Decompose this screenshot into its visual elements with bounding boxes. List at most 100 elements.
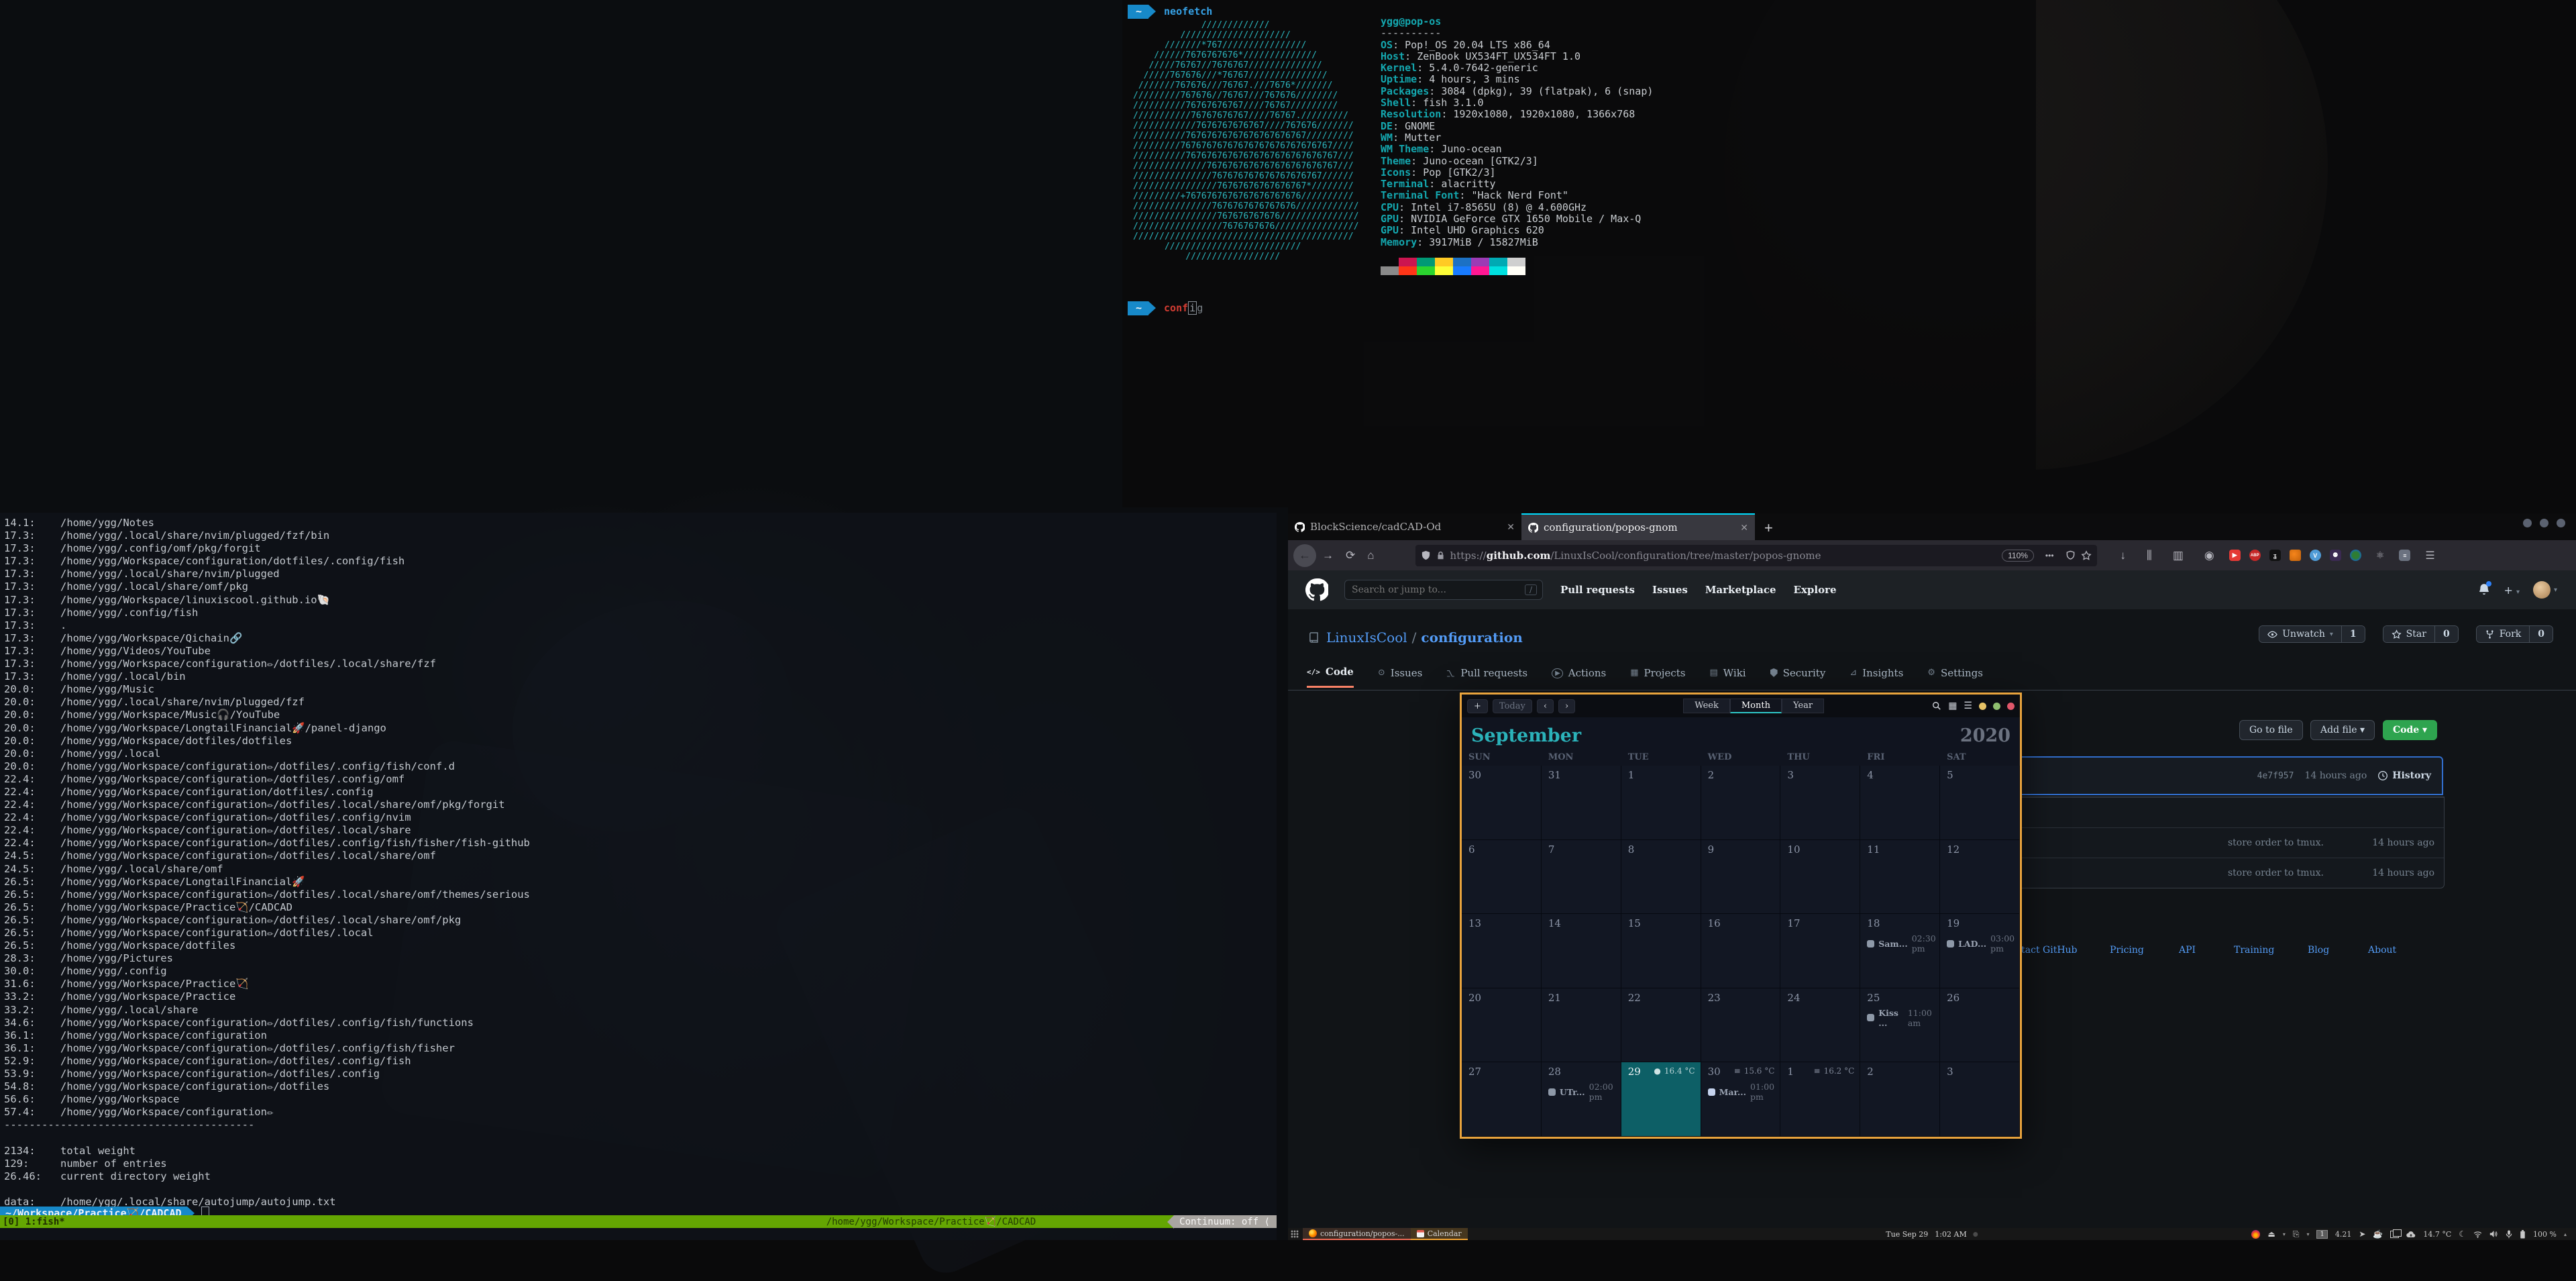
url-bar[interactable]: https://github.com/LinuxIsCool/configura… bbox=[1415, 545, 2097, 566]
windows-overlap-icon[interactable] bbox=[2390, 1231, 2399, 1238]
protections-shield-icon[interactable] bbox=[2065, 550, 2076, 560]
calendar-day-cell[interactable]: 31 bbox=[1542, 766, 1621, 840]
view-tab[interactable]: Year bbox=[1782, 699, 1824, 713]
fish-prompt[interactable]: ~ config bbox=[1128, 301, 1203, 315]
ext-video-icon[interactable]: ▶ bbox=[2229, 550, 2241, 561]
fork-button[interactable]: Fork 0 bbox=[2476, 625, 2553, 643]
calendar-day-cell[interactable]: 10 bbox=[1780, 840, 1860, 915]
calendar-day-cell[interactable]: 30 bbox=[1462, 766, 1542, 840]
repo-tab[interactable]: Security bbox=[1770, 666, 1826, 688]
ext-vimium-icon[interactable]: V bbox=[2310, 550, 2321, 561]
tab-close-icon[interactable]: ✕ bbox=[1740, 522, 1748, 533]
send-icon[interactable]: ➤ bbox=[2359, 1230, 2365, 1238]
cloud-upload-icon[interactable] bbox=[2406, 1231, 2416, 1238]
commit-message[interactable]: store order to tmux. bbox=[2228, 837, 2324, 848]
star-button[interactable]: Star 0 bbox=[2383, 625, 2459, 643]
view-tab[interactable]: Week bbox=[1683, 699, 1730, 713]
calendar-day-cell[interactable]: 30 15.6 °C Mar...01:00 pm bbox=[1701, 1062, 1781, 1137]
repo-tab[interactable]: Projects bbox=[1630, 666, 1685, 688]
calendar-event[interactable]: Kiss ...11:00 am bbox=[1867, 1008, 1939, 1028]
ext-metamask-icon[interactable] bbox=[2290, 550, 2301, 561]
calendar-day-cell[interactable]: 1 bbox=[1621, 766, 1701, 840]
window-maximize-button[interactable] bbox=[1993, 703, 2000, 710]
code-download-button[interactable]: Code ▾ bbox=[2383, 720, 2437, 740]
repo-tab[interactable]: Settings bbox=[1927, 666, 1983, 688]
calendar-day-cell[interactable]: 7 bbox=[1542, 840, 1621, 915]
calendar-day-cell[interactable]: 24 bbox=[1780, 988, 1860, 1063]
menu-hamburger-icon[interactable]: ☰ bbox=[2425, 549, 2434, 562]
page-actions-icon[interactable]: ••• bbox=[2045, 551, 2054, 560]
user-menu[interactable]: ▾ bbox=[2533, 581, 2557, 599]
sidebar-icon[interactable]: ▥ bbox=[2173, 549, 2184, 562]
calendar-day-cell[interactable]: 16 bbox=[1701, 914, 1781, 988]
calendar-day-cell[interactable]: 5 bbox=[1940, 766, 2020, 840]
calendar-day-cell[interactable]: 14 bbox=[1542, 914, 1621, 988]
activity-flame-icon[interactable] bbox=[2251, 1230, 2260, 1239]
ext-notes-icon[interactable]: ≡ bbox=[2399, 550, 2410, 561]
battery-icon[interactable] bbox=[2520, 1230, 2526, 1239]
calendar-day-cell[interactable]: 3 bbox=[1940, 1062, 2020, 1137]
create-new-button[interactable]: + ▾ bbox=[2504, 584, 2520, 597]
calendar-day-cell[interactable]: 13 bbox=[1462, 914, 1542, 988]
wifi-icon[interactable] bbox=[2473, 1231, 2482, 1238]
calendar-day-cell[interactable]: 21 bbox=[1542, 988, 1621, 1063]
calendar-day-cell[interactable]: 11 bbox=[1860, 840, 1940, 915]
reload-button[interactable]: ⟳ bbox=[1346, 549, 1355, 562]
calendar-day-cell[interactable]: 2 bbox=[1860, 1062, 1940, 1137]
fish-terminal-window[interactable]: 14.1:/home/ygg/Notes 17.3:/home/ygg/.loc… bbox=[0, 513, 1277, 1240]
calendar-day-cell[interactable]: 26 bbox=[1940, 988, 2020, 1063]
go-to-file-button[interactable]: Go to file bbox=[2239, 720, 2303, 740]
calendar-day-cell[interactable]: 23 bbox=[1701, 988, 1781, 1063]
tab-close-icon[interactable]: ✕ bbox=[1507, 521, 1515, 533]
repo-name-link[interactable]: configuration bbox=[1421, 629, 1522, 646]
new-tab-button[interactable]: + bbox=[1764, 516, 1773, 540]
volume-icon[interactable] bbox=[2489, 1230, 2498, 1238]
footer-link[interactable]: API bbox=[2179, 945, 2196, 956]
commit-message[interactable]: store order to tmux. bbox=[2228, 868, 2324, 878]
footer-link[interactable]: Training bbox=[2234, 945, 2274, 956]
zoom-level-badge[interactable]: 110% bbox=[2002, 550, 2034, 562]
downloads-icon[interactable]: ↓ bbox=[2121, 549, 2127, 562]
calendar-day-cell[interactable]: 4 bbox=[1860, 766, 1940, 840]
microphone-icon[interactable] bbox=[2506, 1230, 2512, 1239]
gnome-calendar-window[interactable]: + Today ‹ › WeekMonthYear ▦ ☰ September … bbox=[1460, 693, 2022, 1139]
night-light-moon-icon[interactable]: ☾ bbox=[2459, 1230, 2466, 1238]
url-text[interactable]: https://github.com/LinuxIsCool/configura… bbox=[1450, 550, 1997, 562]
repo-tab[interactable]: Actions bbox=[1552, 666, 1606, 688]
repo-tab[interactable]: Issues bbox=[1378, 666, 1422, 688]
calendar-day-cell[interactable]: 20 bbox=[1462, 988, 1542, 1063]
ext-mask-icon[interactable]: ⚉ bbox=[2330, 550, 2341, 561]
calendar-event[interactable]: UTr...02:00 pm bbox=[1548, 1082, 1621, 1102]
tracking-shield-icon[interactable] bbox=[1421, 550, 1431, 560]
github-nav-link[interactable]: Issues bbox=[1652, 584, 1688, 596]
browser-tab[interactable]: BlockScience/cadCAD-Od ✕ bbox=[1288, 513, 1521, 540]
calendar-event[interactable]: Sam...02:30 pm bbox=[1867, 933, 1939, 954]
next-month-button[interactable]: › bbox=[1558, 699, 1575, 713]
fork-count[interactable]: 0 bbox=[2529, 626, 2553, 642]
calendar-day-cell[interactable]: 22 bbox=[1621, 988, 1701, 1063]
home-button[interactable]: ⌂ bbox=[1367, 549, 1374, 562]
calendar-day-cell[interactable]: 18 Sam...02:30 pm bbox=[1860, 914, 1940, 988]
caret-up-icon[interactable]: ▴ bbox=[2564, 1231, 2567, 1237]
calendar-day-cell[interactable]: 29 16.4 °C bbox=[1621, 1062, 1701, 1137]
github-logo[interactable] bbox=[1305, 578, 1328, 601]
back-button[interactable]: ← bbox=[1293, 544, 1316, 567]
github-nav-link[interactable]: Pull requests bbox=[1560, 584, 1635, 596]
calendar-event[interactable]: LAD...03:00 pm bbox=[1947, 933, 2019, 954]
clock[interactable]: Tue Sep 29 1:02 AM bbox=[1886, 1230, 1978, 1239]
repo-tab[interactable]: Insights bbox=[1849, 666, 1903, 688]
calendar-event[interactable]: Mar...01:00 pm bbox=[1708, 1082, 1780, 1102]
calendar-day-cell[interactable]: 25 Kiss ...11:00 am bbox=[1860, 988, 1940, 1063]
bookmark-star-icon[interactable] bbox=[2081, 550, 2092, 561]
footer-link[interactable]: About bbox=[2368, 945, 2396, 956]
calendar-day-cell[interactable]: 15 bbox=[1621, 914, 1701, 988]
forward-button[interactable]: → bbox=[1322, 549, 1334, 562]
calendar-day-cell[interactable]: 27 bbox=[1462, 1062, 1542, 1137]
repo-tab[interactable]: Wiki bbox=[1709, 666, 1746, 688]
ext-adblock-icon[interactable]: ABP bbox=[2249, 550, 2261, 561]
calendar-day-cell[interactable]: 1 16.2 °C bbox=[1780, 1062, 1860, 1137]
footer-link[interactable]: Pricing bbox=[2110, 945, 2144, 956]
temperature-value[interactable]: 14.7 °C bbox=[2423, 1230, 2451, 1239]
notifications-bell-icon[interactable] bbox=[2478, 582, 2490, 597]
history-link[interactable]: History bbox=[2377, 770, 2431, 781]
